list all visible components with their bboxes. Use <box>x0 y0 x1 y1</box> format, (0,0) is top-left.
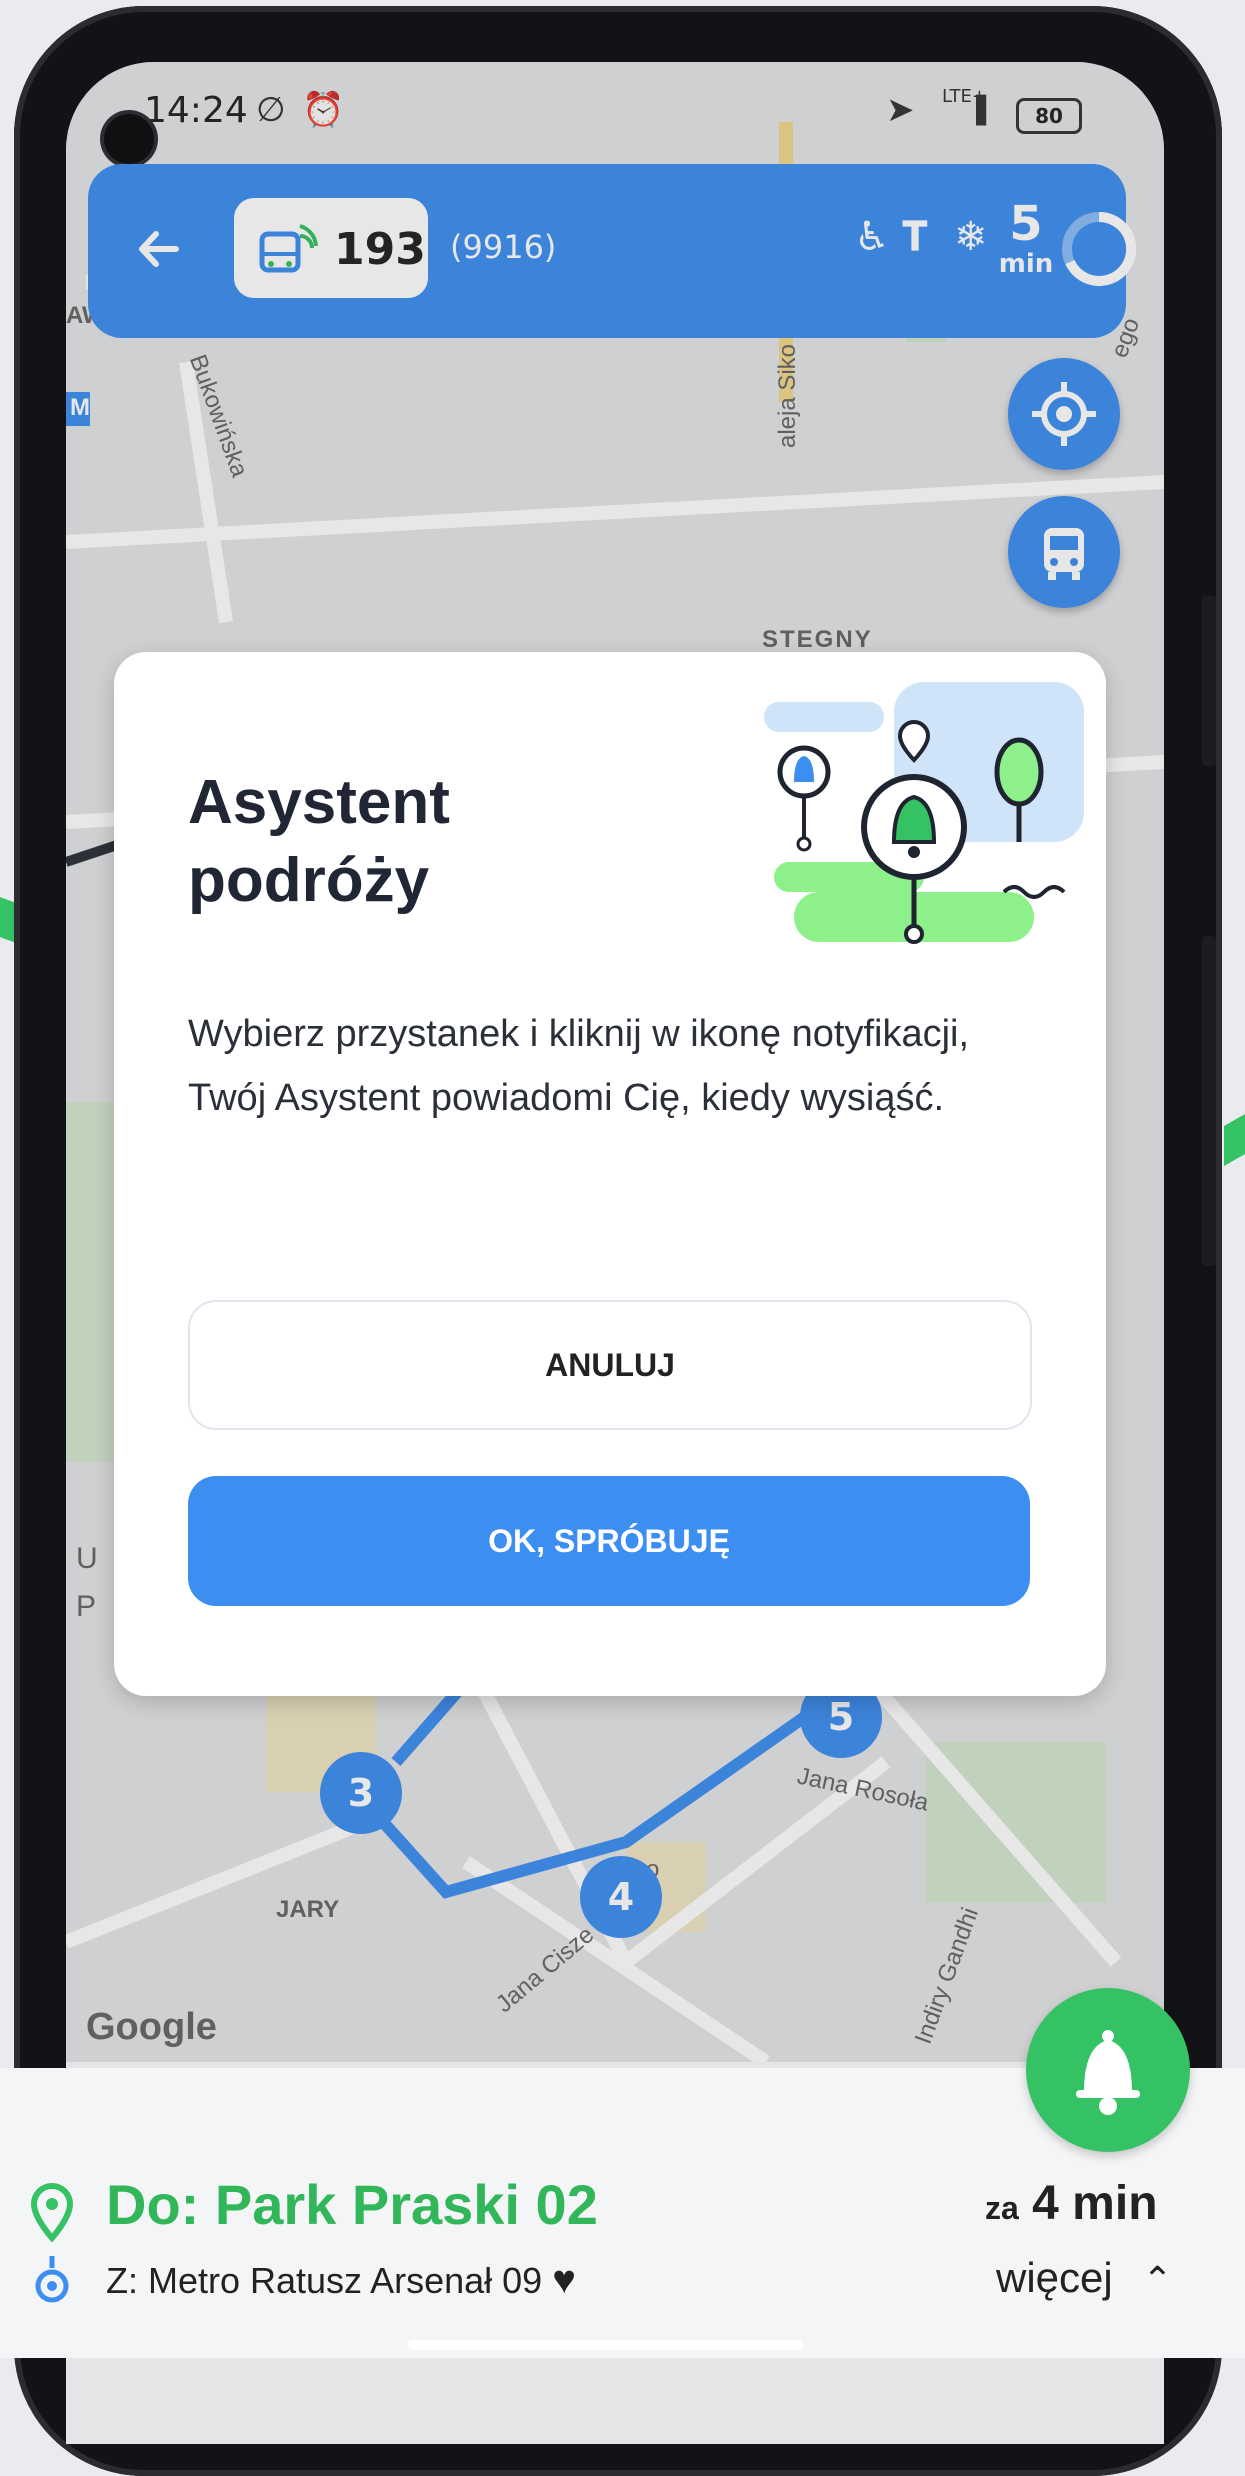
eta: za 4 min <box>985 2176 1158 2231</box>
destination-pin-icon <box>30 2182 74 2242</box>
more-toggle[interactable]: więcej ⌃ <box>996 2254 1173 2302</box>
destination-stop: Do: Park Praski 02 <box>106 2173 598 2236</box>
favorite-heart-icon[interactable]: ♥ <box>552 2258 576 2302</box>
dialog-title: Asystent podróży <box>188 768 450 915</box>
side-button-upper <box>1202 596 1216 766</box>
origin-stop-text: Z: Metro Ratusz Arsenał 09 <box>106 2260 543 2301</box>
more-label: więcej <box>996 2254 1113 2301</box>
eta-value: 4 min <box>1032 2177 1158 2230</box>
cancel-button[interactable]: ANULUJ <box>188 1300 1032 1430</box>
chevron-up-icon: ⌃ <box>1142 2259 1173 2300</box>
home-indicator[interactable] <box>408 2340 804 2350</box>
bg-stripe-right <box>1224 1113 1245 1167</box>
origin-stop-icon <box>35 2256 69 2303</box>
assistant-bell-illustration-icon <box>764 682 1084 944</box>
side-button-lower <box>1202 936 1216 1266</box>
notify-bell-button[interactable] <box>1026 1988 1190 2152</box>
dialog-body: Wybierz przystanek i kliknij w ikonę not… <box>188 1013 970 1119</box>
bell-icon <box>1076 2030 1140 2115</box>
origin-stop: Z: Metro Ratusz Arsenał 09 ♥ <box>106 2258 576 2303</box>
eta-prefix: za <box>985 2190 1019 2226</box>
travel-assistant-dialog: Asystent podróży Wybierz przystanek i kl… <box>114 652 1106 1696</box>
ok-try-button[interactable]: OK, SPRÓBUJĘ <box>188 1476 1030 1606</box>
